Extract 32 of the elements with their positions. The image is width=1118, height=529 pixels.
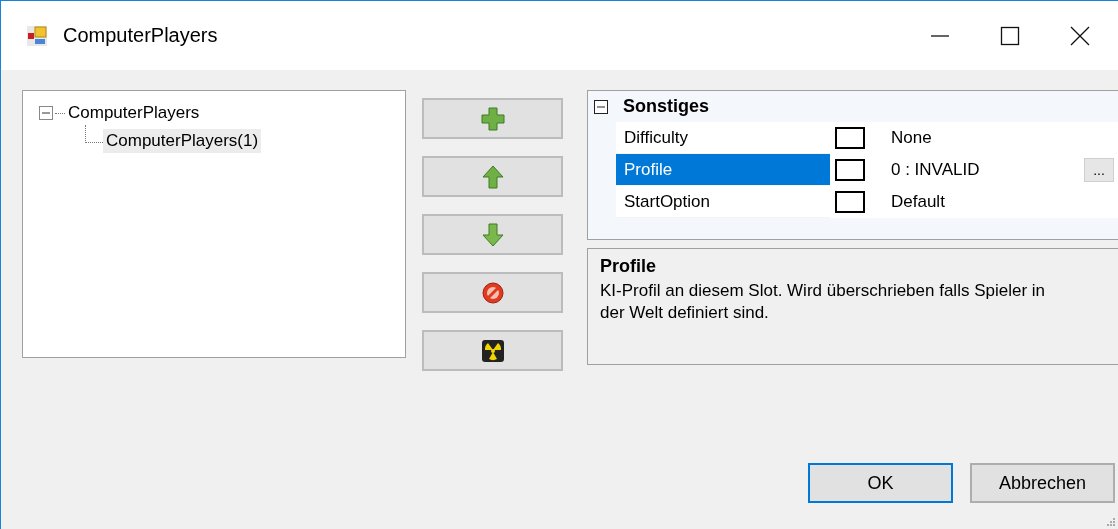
property-value[interactable]: Default: [891, 192, 1118, 212]
down-button[interactable]: [422, 214, 563, 255]
tree-node[interactable]: ComputerPlayers(1): [103, 129, 262, 153]
plus-icon: [480, 106, 505, 131]
collapse-icon[interactable]: [594, 99, 608, 114]
window-title: ComputerPlayers: [63, 24, 218, 47]
property-name[interactable]: StartOption: [616, 186, 830, 218]
resize-grip-icon[interactable]: [1106, 517, 1116, 527]
category-label: Sonstiges: [623, 96, 710, 117]
property-value[interactable]: 0 : INVALID: [891, 160, 1084, 180]
add-button[interactable]: [422, 98, 563, 139]
app-icon: [26, 24, 48, 47]
nuke-button[interactable]: [422, 330, 563, 371]
down-arrow-icon: [480, 222, 505, 247]
maximize-icon[interactable]: [1000, 25, 1020, 46]
prohibited-icon: [480, 280, 505, 305]
value-swatch: [835, 127, 865, 149]
value-swatch: [835, 191, 865, 213]
property-name[interactable]: Profile: [616, 154, 830, 186]
description-title: Profile: [600, 256, 657, 277]
close-icon[interactable]: [1070, 25, 1090, 46]
up-button[interactable]: [422, 156, 563, 197]
value-swatch: [835, 159, 865, 181]
radiation-icon: [480, 338, 505, 363]
tree-node[interactable]: ComputerPlayers: [65, 101, 203, 125]
property-value[interactable]: None: [891, 128, 1118, 148]
ok-button[interactable]: OK: [808, 463, 953, 503]
description-text: KI-Profil an diesem Slot. Wird überschrieben falls Spieler in der Welt definiert sind.: [600, 280, 1047, 324]
cancel-button[interactable]: Abbrechen: [970, 463, 1115, 503]
ellipsis-button[interactable]: ...: [1084, 158, 1114, 182]
up-arrow-icon: [480, 164, 505, 189]
remove-button[interactable]: [422, 272, 563, 313]
